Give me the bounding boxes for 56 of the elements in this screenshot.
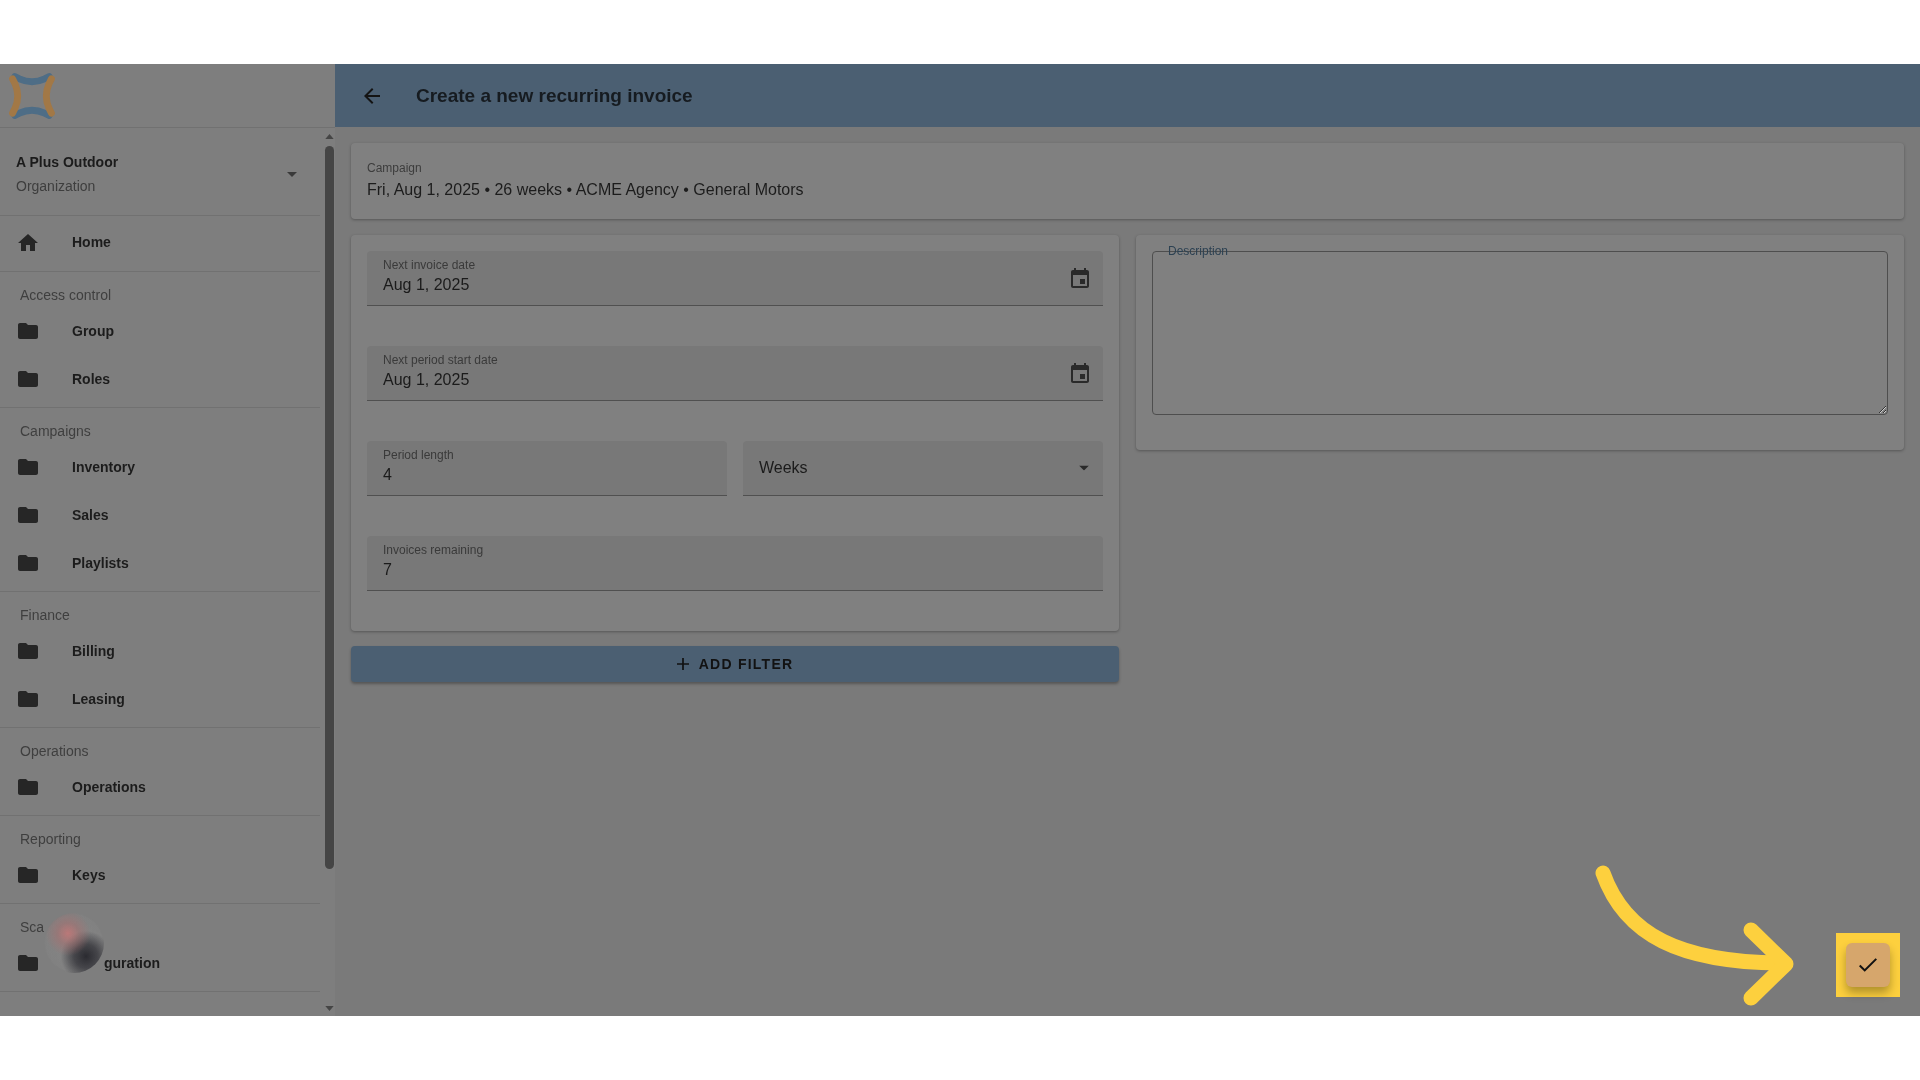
scrollbar-thumb[interactable] [324,146,334,869]
section-title: Sca [20,919,45,935]
nav-item[interactable]: Playlists [0,539,320,587]
folder-icon [18,371,38,387]
field-label: Invoices remaining [383,543,484,557]
organization-type: Organization [16,177,96,196]
section-title: Access control [20,287,112,303]
field-label: Next period start date [383,353,498,367]
nav-item[interactable]: Home [0,218,320,266]
field-label: Period length [383,448,454,462]
nav-item[interactable]: Billing [0,627,320,675]
folder-icon [18,779,38,795]
nav-item[interactable]: guration [0,939,320,987]
add-filter-button[interactable]: ADD FILTER [351,646,1119,682]
home-icon [18,233,38,251]
nav-item[interactable]: Operations [0,763,320,811]
campaign-summary: Fri, Aug 1, 2025 • 26 weeks • ACME Agency • General Motors [367,180,804,200]
calendar-icon[interactable] [1071,363,1089,383]
folder-icon [18,507,38,523]
folder-icon [18,691,38,707]
plus-icon [676,658,689,670]
nav-item[interactable]: Leasing [0,675,320,723]
calendar-icon[interactable] [1071,268,1089,288]
page-title: Create a new recurring invoice [416,83,693,108]
nav-item[interactable]: Keys [0,851,320,899]
folder-icon [18,323,38,339]
date-field[interactable]: Next period start date Aug 1, 2025 [367,346,1103,401]
scroll-down-icon[interactable] [324,1006,334,1011]
number-field[interactable]: Period length 4 [367,441,727,496]
folder-icon [18,555,38,571]
nav-item[interactable]: Roles [0,355,320,403]
folder-icon [18,955,38,971]
section-title: Reporting [20,831,81,847]
organization-name[interactable]: A Plus Outdoor [16,152,119,172]
dropdown-field[interactable]: Weeks [743,441,1103,496]
date-field[interactable]: Next invoice date Aug 1, 2025 [367,251,1103,306]
caret-down-icon[interactable] [287,171,297,177]
nav-item[interactable]: Group [0,307,320,355]
section-title: Operations [20,743,89,759]
field-label: Next invoice date [383,258,476,272]
section-title: Finance [20,607,70,623]
confirm-button[interactable] [1846,943,1890,987]
folder-icon [18,459,38,475]
number-field[interactable]: Invoices remaining 7 [367,536,1103,591]
arrow-left-icon [364,87,380,104]
nav-item[interactable]: Sales [0,491,320,539]
scroll-up-icon[interactable] [324,134,334,139]
caret-down-icon [1079,465,1089,471]
nav-item[interactable]: Inventory [0,443,320,491]
field-label: Description [1168,244,1229,258]
field-label: Campaign [367,161,422,175]
folder-icon [18,643,38,659]
folder-icon [18,867,38,883]
check-icon [1859,958,1877,972]
section-title: Campaigns [20,423,91,439]
logo-icon [8,71,56,120]
